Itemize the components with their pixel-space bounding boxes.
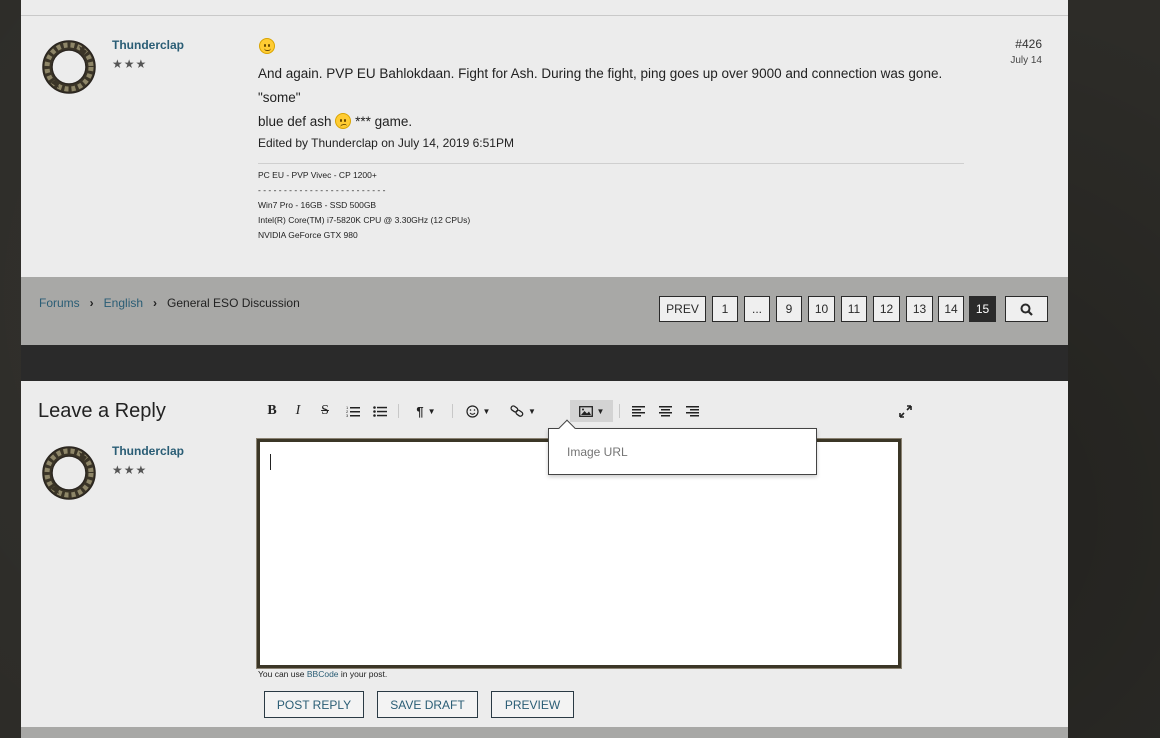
breadcrumb-english[interactable]: English [104,296,143,310]
smile-emoji-icon [259,38,275,54]
pager-prev-button[interactable]: PREV [659,296,706,322]
toolbar-separator [398,404,399,418]
search-icon [1020,303,1033,316]
edited-note: Edited by Thunderclap on July 14, 2019 6… [258,136,514,150]
italic-button[interactable]: I [288,400,308,422]
signature-line: PC EU - PVP Vivec - CP 1200+ [258,170,377,180]
post-body-line: blue def ash *** game. [258,113,413,129]
svg-text:3: 3 [346,413,349,417]
signature-line: Win7 Pro - 16GB - SSD 500GB [258,200,377,210]
link-button[interactable]: ▼ [504,400,542,422]
post-body-line: And again. PVP EU Bahlokdaan. Fight for … [258,66,943,105]
reply-author-link[interactable]: Thunderclap [112,444,184,458]
search-button[interactable] [1005,296,1048,322]
pager-page-14[interactable]: 14 [938,296,964,322]
breadcrumb-bar: Forums › English › General ESO Discussio… [21,277,1068,345]
post-reply-button[interactable]: POST REPLY [264,691,364,718]
post-author-link[interactable]: Thunderclap [112,38,184,52]
breadcrumb-current: General ESO Discussion [167,296,300,310]
save-draft-button[interactable]: SAVE DRAFT [377,691,478,718]
avatar[interactable] [39,37,99,97]
link-icon [510,405,524,417]
align-center-icon [658,405,672,416]
paragraph-icon: ¶ [416,403,424,419]
previous-post-divider [21,0,1068,16]
reply-avatar[interactable] [39,443,99,503]
preview-button[interactable]: PREVIEW [491,691,574,718]
toolbar-separator [619,404,620,418]
emoji-button[interactable]: ▼ [459,400,497,422]
caret-down-icon: ▼ [596,406,605,416]
ouroboros-avatar-icon [42,446,96,500]
pager-ellipsis[interactable]: ... [744,296,770,322]
expand-icon [898,404,912,418]
image-url-popup [548,419,817,475]
caret-down-icon: ▼ [482,406,491,416]
bbcode-link[interactable]: BBCode [307,669,339,679]
reply-textarea[interactable] [260,442,898,665]
pager-page-9[interactable]: 9 [776,296,802,322]
align-left-button[interactable] [628,400,648,422]
reply-heading: Leave a Reply [38,400,166,422]
unordered-list-button[interactable] [369,400,391,422]
post-number-link[interactable]: #426 [1015,37,1042,51]
caret-down-icon: ▼ [427,406,436,416]
text-cursor [270,454,271,470]
fullscreen-button[interactable] [895,400,915,422]
popup-arrow [558,419,576,437]
signature-divider [258,163,964,164]
unordered-list-icon [373,406,387,417]
image-button[interactable]: ▼ [570,400,613,422]
pager-page-10[interactable]: 10 [808,296,835,322]
pager-page-13[interactable]: 13 [906,296,933,322]
forum-page: Thunderclap ★★★ #426 July 14 And again. … [21,0,1068,738]
signature: PC EU - PVP Vivec - CP 1200+ - - - - - -… [258,168,470,243]
image-icon [578,405,593,417]
confused-emoji-icon [335,113,352,129]
align-left-icon [631,405,645,416]
ordered-list-icon: 1 2 3 [346,405,360,417]
pager-page-12[interactable]: 12 [873,296,900,322]
align-center-button[interactable] [655,400,675,422]
emoji-icon [465,404,479,418]
ouroboros-avatar-icon [42,40,96,94]
signature-line: NVIDIA GeForce GTX 980 [258,230,358,240]
chevron-right-icon: › [153,296,158,310]
breadcrumb: Forums › English › General ESO Discussio… [39,296,300,310]
pager-page-11[interactable]: 11 [841,296,867,322]
post-body: And again. PVP EU Bahlokdaan. Fight for … [258,62,958,134]
reply-author-rank: ★★★ [112,463,148,477]
breadcrumb-forums[interactable]: Forums [39,296,80,310]
strikethrough-button[interactable]: S [315,400,335,422]
chevron-right-icon: › [89,296,94,310]
footer-strip [21,727,1068,738]
align-right-button[interactable] [682,400,702,422]
signature-line: Intel(R) Core(TM) i7-5820K CPU @ 3.30GHz… [258,215,471,225]
bold-button[interactable]: B [261,400,283,422]
author-rank: ★★★ [112,57,148,71]
bbcode-note: You can use BBCode in your post. [258,669,388,679]
ordered-list-button[interactable]: 1 2 3 [342,400,364,422]
section-divider-band [21,345,1068,381]
caret-down-icon: ▼ [528,406,536,416]
image-url-input[interactable] [567,445,797,459]
toolbar-separator [452,404,453,418]
signature-line: - - - - - - - - - - - - - - - - - - - - … [258,185,386,195]
pager-page-1[interactable]: 1 [712,296,738,322]
pager-page-15-current[interactable]: 15 [969,296,996,322]
paragraph-format-button[interactable]: ¶ ▼ [407,400,445,422]
post-date: July 14 [1010,55,1042,66]
align-right-icon [685,405,699,416]
